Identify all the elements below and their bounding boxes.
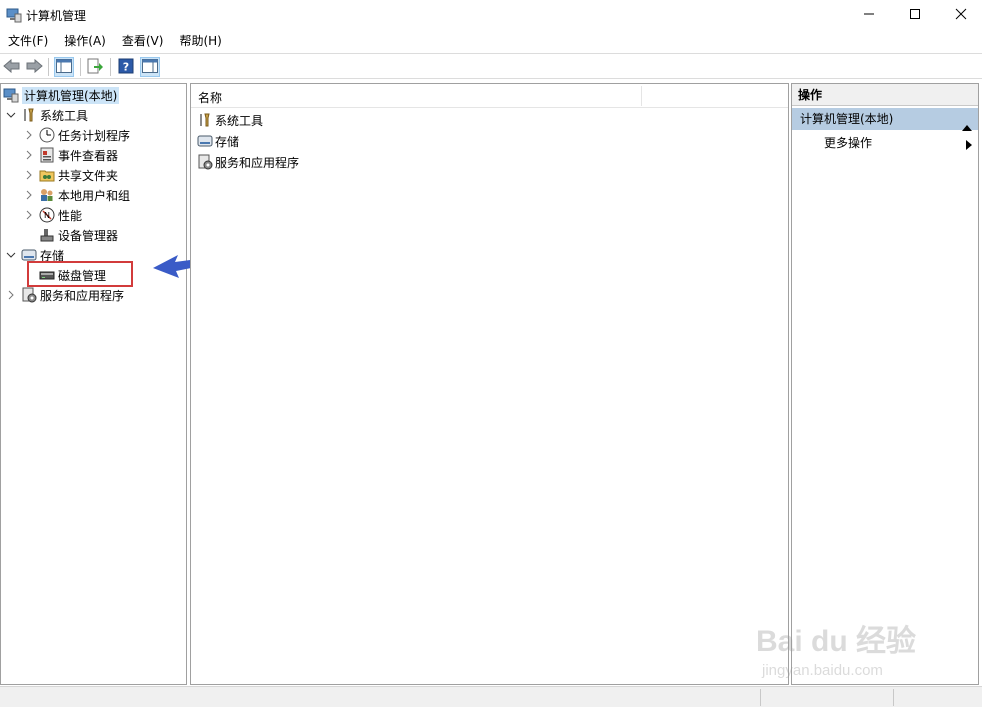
list-item-label: 存储 bbox=[215, 134, 240, 149]
close-button[interactable] bbox=[938, 0, 982, 30]
computer-management-icon bbox=[6, 7, 22, 23]
users-icon bbox=[39, 187, 55, 203]
tree-item-label: 性能 bbox=[58, 208, 83, 223]
clock-icon bbox=[39, 127, 55, 143]
console-tree-pane: 计算机管理(本地) 系统工具 任务计划程序 事件查看器 共享文件夹 本地用户和组… bbox=[0, 83, 187, 685]
submenu-arrow-icon bbox=[966, 139, 972, 153]
help-icon: ? bbox=[118, 58, 134, 77]
tree-item-label: 共享文件夹 bbox=[58, 168, 119, 183]
menu-bar: 文件(F) 操作(A) 查看(V) 帮助(H) bbox=[0, 30, 982, 52]
forward-button[interactable] bbox=[24, 57, 44, 77]
menu-view[interactable]: 查看(V) bbox=[114, 30, 172, 52]
watermark-logo-text: Bai du 经验 bbox=[756, 625, 917, 658]
help-button[interactable]: ? bbox=[116, 57, 136, 77]
chevron-right-icon[interactable] bbox=[23, 169, 35, 181]
svg-text:?: ? bbox=[123, 60, 129, 73]
list-item-system-tools[interactable]: 系统工具 bbox=[197, 110, 263, 130]
column-header-name[interactable]: 名称 bbox=[191, 84, 788, 108]
show-hide-tree-icon bbox=[56, 58, 72, 76]
tree-item-label: 本地用户和组 bbox=[58, 188, 131, 203]
toolbar-separator bbox=[110, 58, 111, 76]
status-divider bbox=[760, 689, 761, 706]
event-viewer-icon bbox=[39, 147, 55, 163]
highlight-annotation-box bbox=[27, 261, 133, 287]
computer-management-icon bbox=[3, 87, 19, 103]
actions-header: 操作 bbox=[792, 84, 978, 106]
tree-item-event-viewer[interactable]: 事件查看器 bbox=[23, 145, 118, 165]
show-hide-action-pane-button[interactable] bbox=[140, 57, 160, 77]
export-list-icon bbox=[87, 58, 103, 77]
minimize-button[interactable] bbox=[846, 0, 892, 30]
actions-pane: 操作 计算机管理(本地) 更多操作 bbox=[791, 83, 979, 685]
list-item-storage[interactable]: 存储 bbox=[197, 131, 239, 151]
actions-section-label: 计算机管理(本地) bbox=[800, 112, 894, 126]
export-list-button[interactable] bbox=[85, 57, 105, 77]
baidu-watermark: Bai du 经验 jingyan.baidu.com bbox=[752, 600, 932, 690]
list-item-services-apps[interactable]: 服务和应用程序 bbox=[197, 152, 299, 172]
watermark-url-text: jingyan.baidu.com bbox=[762, 662, 883, 679]
tree-root-label: 计算机管理(本地) bbox=[22, 86, 120, 104]
column-header-label: 名称 bbox=[198, 91, 223, 105]
minimize-icon bbox=[863, 8, 875, 23]
shared-folder-icon bbox=[39, 167, 55, 183]
actions-section-header[interactable]: 计算机管理(本地) bbox=[792, 108, 978, 131]
back-icon bbox=[3, 58, 21, 76]
chevron-down-icon[interactable] bbox=[5, 109, 17, 121]
toolbar: ? bbox=[0, 53, 982, 79]
list-item-label: 服务和应用程序 bbox=[215, 155, 300, 170]
show-hide-action-pane-icon bbox=[142, 58, 158, 76]
tools-icon bbox=[197, 112, 213, 128]
menu-action[interactable]: 操作(A) bbox=[56, 30, 114, 52]
tree-item-services-apps[interactable]: 服务和应用程序 bbox=[5, 285, 124, 305]
tree-item-task-scheduler[interactable]: 任务计划程序 bbox=[23, 125, 130, 145]
services-icon bbox=[197, 154, 213, 170]
status-divider bbox=[893, 689, 894, 706]
chevron-down-icon[interactable] bbox=[5, 249, 17, 261]
window-title: 计算机管理 bbox=[26, 9, 87, 23]
chevron-right-icon[interactable] bbox=[23, 189, 35, 201]
performance-icon: N bbox=[39, 207, 55, 223]
maximize-icon bbox=[909, 8, 921, 23]
close-icon bbox=[955, 8, 967, 23]
tools-icon bbox=[21, 107, 37, 123]
tree-item-label: 系统工具 bbox=[40, 108, 89, 123]
svg-text:N: N bbox=[44, 211, 50, 220]
toolbar-separator bbox=[80, 58, 81, 76]
chevron-right-icon[interactable] bbox=[23, 129, 35, 141]
tree-item-local-users[interactable]: 本地用户和组 bbox=[23, 185, 130, 205]
tree-item-label: 任务计划程序 bbox=[58, 128, 131, 143]
services-icon bbox=[21, 287, 37, 303]
device-manager-icon bbox=[39, 227, 55, 243]
toolbar-separator bbox=[48, 58, 49, 76]
list-item-label: 系统工具 bbox=[215, 113, 264, 128]
chevron-right-icon[interactable] bbox=[5, 289, 17, 301]
show-hide-tree-button[interactable] bbox=[54, 57, 74, 77]
tree-item-label: 设备管理器 bbox=[58, 228, 119, 243]
chevron-right-icon[interactable] bbox=[23, 209, 35, 221]
back-button[interactable] bbox=[2, 57, 22, 77]
tree-item-shared-folders[interactable]: 共享文件夹 bbox=[23, 165, 118, 185]
maximize-button[interactable] bbox=[892, 0, 938, 30]
tree-item-device-manager[interactable]: 设备管理器 bbox=[23, 225, 118, 245]
tree-item-label: 服务和应用程序 bbox=[40, 288, 125, 303]
title-bar: 计算机管理 bbox=[0, 0, 982, 30]
forward-icon bbox=[25, 58, 43, 76]
tree-item-performance[interactable]: N 性能 bbox=[23, 205, 82, 225]
tree-item-label: 事件查看器 bbox=[58, 148, 119, 163]
tree-item-system-tools[interactable]: 系统工具 bbox=[5, 105, 88, 125]
storage-icon bbox=[197, 133, 213, 149]
collapse-up-icon[interactable] bbox=[962, 116, 972, 138]
chevron-right-icon[interactable] bbox=[23, 149, 35, 161]
tree-root[interactable]: 计算机管理(本地) bbox=[3, 85, 120, 105]
results-pane: 名称 系统工具 存储 服务和应用程序 bbox=[190, 83, 789, 685]
menu-help[interactable]: 帮助(H) bbox=[171, 30, 229, 52]
more-actions-item[interactable]: 更多操作 bbox=[824, 133, 872, 153]
menu-file[interactable]: 文件(F) bbox=[0, 30, 56, 52]
column-divider[interactable] bbox=[641, 86, 642, 106]
